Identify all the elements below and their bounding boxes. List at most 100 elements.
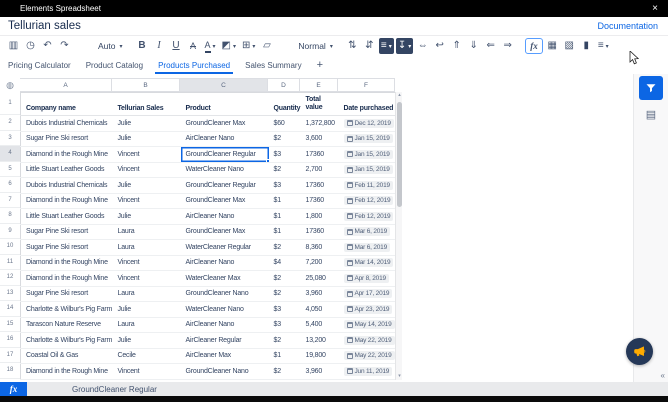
cell-D18[interactable]: $2: [269, 364, 301, 380]
row-number-16[interactable]: 16: [0, 332, 20, 348]
insert-column-left-button[interactable]: ⇐: [483, 38, 498, 54]
cell-C11[interactable]: AirCleaner Nano: [181, 255, 269, 271]
cell-D13[interactable]: $2: [269, 286, 301, 302]
borders-button[interactable]: ⊞▾: [240, 38, 257, 54]
cell-D12[interactable]: $2: [269, 271, 301, 287]
cell-F9[interactable]: Mar 6, 2019: [339, 224, 396, 240]
cell-F10[interactable]: Mar 6, 2019: [339, 240, 396, 256]
cell-E7[interactable]: 17360: [301, 193, 339, 209]
cell-D10[interactable]: $2: [269, 240, 301, 256]
col-header-cell-B[interactable]: Tellurian Sales: [113, 93, 181, 116]
cell-C16[interactable]: AirCleaner Regular: [181, 333, 269, 349]
align-left-button[interactable]: ≡▾: [379, 38, 394, 54]
cell-C15[interactable]: AirCleaner Nano: [181, 317, 269, 333]
function-button[interactable]: fx: [525, 38, 543, 54]
fx-button[interactable]: fx: [0, 382, 27, 396]
insert-column-right-button[interactable]: ⇒: [500, 38, 515, 54]
cell-F6[interactable]: Feb 11, 2019: [339, 178, 396, 194]
cell-B12[interactable]: Vincent: [113, 271, 181, 287]
row-number-17[interactable]: 17: [0, 348, 20, 364]
collapse-chevron[interactable]: «: [661, 371, 665, 380]
row-number-15[interactable]: 15: [0, 317, 20, 333]
row-number-5[interactable]: 5: [0, 162, 20, 178]
row-number-12[interactable]: 12: [0, 270, 20, 286]
cell-A15[interactable]: Tarascon Nature Reserve: [21, 317, 113, 333]
cell-D8[interactable]: $1: [269, 209, 301, 225]
vertical-scrollbar[interactable]: ▴ ▾: [395, 92, 402, 380]
cell-B14[interactable]: Julie: [113, 302, 181, 318]
column-header-F[interactable]: F: [338, 78, 395, 92]
cell-E4[interactable]: 17360: [301, 147, 339, 163]
cell-B7[interactable]: Vincent: [113, 193, 181, 209]
cell-A13[interactable]: Sugar Pine Ski resort: [21, 286, 113, 302]
history-button[interactable]: ◷: [23, 38, 38, 54]
cell-F14[interactable]: Apr 23, 2019: [339, 302, 396, 318]
add-sheet-button[interactable]: +: [317, 56, 323, 74]
cell-F11[interactable]: Mar 14, 2019: [339, 255, 396, 271]
cell-D7[interactable]: $1: [269, 193, 301, 209]
cell-D6[interactable]: $3: [269, 178, 301, 194]
cell-D14[interactable]: $3: [269, 302, 301, 318]
announcements-button[interactable]: [626, 338, 653, 365]
cell-B2[interactable]: Julie: [113, 116, 181, 132]
underline-button[interactable]: U: [169, 38, 184, 54]
col-header-cell-F[interactable]: Date purchased: [339, 93, 396, 116]
scroll-up-icon[interactable]: ▴: [396, 92, 403, 99]
column-header-E[interactable]: E: [300, 78, 338, 92]
fill-color-button[interactable]: ◩▾: [220, 38, 238, 54]
sort-descending-button[interactable]: ⇵: [362, 38, 377, 54]
cell-B16[interactable]: Julie: [113, 333, 181, 349]
cell-style-select[interactable]: Normal▾: [294, 38, 334, 54]
scroll-down-icon[interactable]: ▾: [396, 373, 403, 380]
cell-A17[interactable]: Coastal Oil & Gas: [21, 348, 113, 364]
cell-A3[interactable]: Sugar Pine Ski resort: [21, 131, 113, 147]
cell-B18[interactable]: Vincent: [113, 364, 181, 380]
col-header-cell-E[interactable]: Total value: [301, 93, 339, 116]
cell-D9[interactable]: $1: [269, 224, 301, 240]
cell-F16[interactable]: May 22, 2019: [339, 333, 396, 349]
row-number-11[interactable]: 11: [0, 255, 20, 271]
formula-value[interactable]: GroundCleaner Regular: [27, 382, 157, 396]
cell-A18[interactable]: Diamond in the Rough Mine: [21, 364, 113, 380]
filter-button[interactable]: [639, 76, 663, 100]
cell-A4[interactable]: Diamond in the Rough Mine: [21, 147, 113, 163]
column-header-C[interactable]: C: [180, 78, 268, 92]
toggle-panel-button[interactable]: ▮: [579, 38, 594, 54]
font-size-select[interactable]: Auto▾: [94, 38, 125, 54]
cell-E13[interactable]: 3,960: [301, 286, 339, 302]
row-number-18[interactable]: 18: [0, 363, 20, 379]
col-header-cell-D[interactable]: Quantity: [269, 93, 301, 116]
vertical-align-bottom-button[interactable]: ↧▾: [396, 38, 413, 54]
row-number-1[interactable]: 1: [0, 92, 20, 115]
column-header-A[interactable]: A: [20, 78, 112, 92]
row-number-4[interactable]: 4: [0, 146, 20, 162]
undo-button[interactable]: ↶: [40, 38, 55, 54]
cell-E3[interactable]: 3,600: [301, 131, 339, 147]
cell-F3[interactable]: Jan 15, 2019: [339, 131, 396, 147]
cell-A10[interactable]: Sugar Pine Ski resort: [21, 240, 113, 256]
cell-C18[interactable]: GroundCleaner Nano: [181, 364, 269, 380]
cell-D11[interactable]: $4: [269, 255, 301, 271]
row-number-9[interactable]: 9: [0, 224, 20, 240]
cell-A7[interactable]: Diamond in the Rough Mine: [21, 193, 113, 209]
cell-C17[interactable]: AirCleaner Max: [181, 348, 269, 364]
row-number-3[interactable]: 3: [0, 131, 20, 147]
insert-chart-button[interactable]: ▧: [562, 38, 577, 54]
grid-corner-icon[interactable]: ◍: [0, 78, 20, 92]
cell-C2[interactable]: GroundCleaner Max: [181, 116, 269, 132]
cell-C10[interactable]: WaterCleaner Regular: [181, 240, 269, 256]
cell-E12[interactable]: 25,080: [301, 271, 339, 287]
italic-button[interactable]: I: [152, 38, 167, 54]
cell-D15[interactable]: $3: [269, 317, 301, 333]
cell-F2[interactable]: Dec 12, 2019: [339, 116, 396, 132]
tab-sales-summary[interactable]: Sales Summary: [245, 56, 301, 74]
cell-E2[interactable]: 1,372,800: [301, 116, 339, 132]
column-header-D[interactable]: D: [268, 78, 300, 92]
documentation-link[interactable]: Documentation: [597, 21, 658, 31]
sort-ascending-button[interactable]: ⇅: [345, 38, 360, 54]
cell-A14[interactable]: Charlotte & Wilbur's Pig Farm: [21, 302, 113, 318]
insert-row-above-button[interactable]: ⇑: [449, 38, 464, 54]
cell-E16[interactable]: 13,200: [301, 333, 339, 349]
cell-A5[interactable]: Little Stuart Leather Goods: [21, 162, 113, 178]
text-color-button[interactable]: A▾: [203, 38, 218, 54]
